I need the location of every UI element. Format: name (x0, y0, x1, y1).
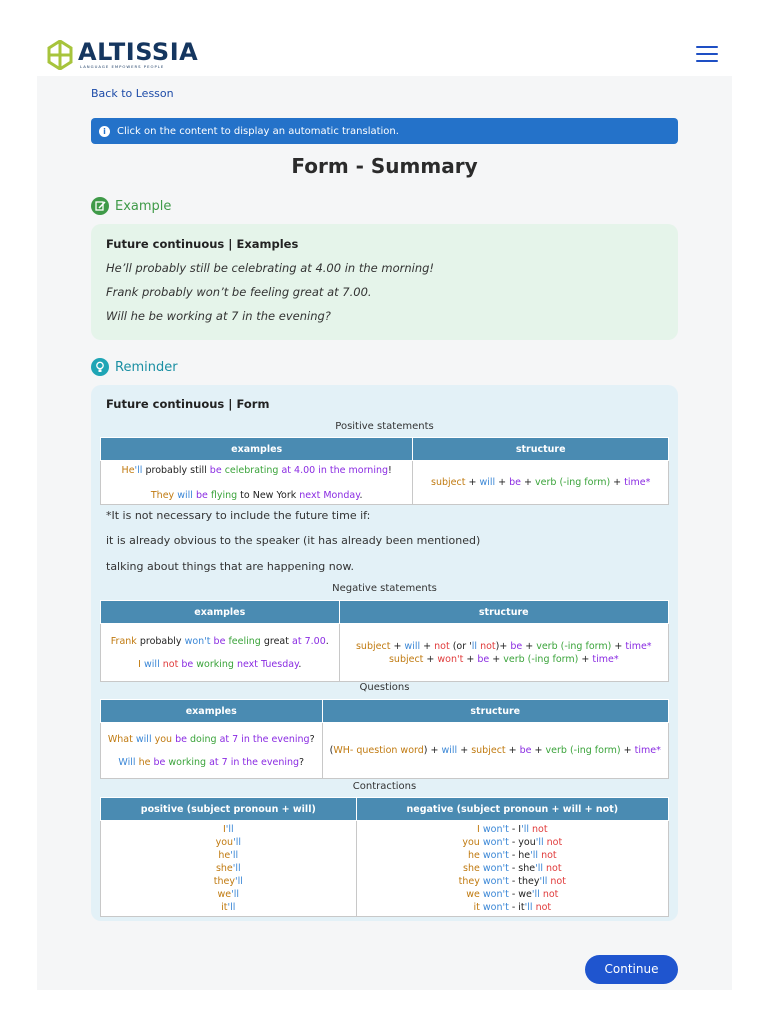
note-line: *It is not necessary to include the futu… (106, 509, 371, 522)
brand-name: ALTISSIA (78, 38, 199, 66)
contraction-positive-item: she'll (215, 863, 241, 874)
contr-positive-header: positive (subject pronoun + will) (100, 797, 357, 821)
reminder-heading-label: Reminder (115, 359, 178, 375)
contraction-negative-item: I won't - I'll not (477, 824, 548, 835)
contraction-positive-item: I'll (222, 824, 234, 835)
altissia-logo[interactable]: ALTISSIA LANGUAGE EMPOWERS PEOPLE (45, 38, 198, 71)
continue-button[interactable]: Continue (585, 955, 678, 984)
contraction-positive-item: we'll (217, 889, 240, 900)
contraction-positive-item: you'll (215, 837, 241, 848)
note-line: talking about things that are happening … (106, 560, 354, 573)
positive-examples-cell[interactable]: He'll probably still be celebrating at 4… (99, 460, 414, 505)
contraction-negative-item: he won't - he'll not (467, 850, 557, 861)
col-structure: structure (321, 699, 670, 723)
contractions-positive-cell[interactable]: I'll you'll he'll she'll they'll we'll it'll (100, 820, 357, 917)
positive-table: examples structure He'll probably still b… (99, 437, 669, 505)
example-heading: Example (91, 197, 171, 215)
col-structure: structure (412, 437, 669, 461)
negative-structure-cell[interactable]: subject + will + not (or 'll not)+ be + … (338, 623, 670, 682)
contractions-table: positive (subject pronoun + will) negativ… (100, 797, 670, 917)
info-text: Click on the content to display an autom… (117, 125, 399, 137)
example-line[interactable]: Frank probably won’t be feeling great at… (106, 285, 678, 299)
top-header: ALTISSIA LANGUAGE EMPOWERS PEOPLE (0, 0, 768, 76)
lightbulb-icon (91, 358, 109, 376)
note-edit-icon (91, 197, 109, 215)
negative-examples-cell[interactable]: Frank probably won't be feeling great at… (100, 623, 340, 682)
reminder-heading: Reminder (91, 358, 178, 376)
col-examples: examples (100, 699, 323, 723)
contraction-negative-item: they won't - they'll not (458, 876, 566, 887)
example-line[interactable]: He’ll probably still be celebrating at 4… (106, 261, 678, 275)
info-icon: i (99, 125, 110, 137)
contraction-negative-item: she won't - she'll not (463, 863, 562, 874)
col-examples: examples (100, 600, 340, 624)
contraction-negative-item: you won't - you'll not (462, 837, 563, 848)
menu-icon[interactable] (696, 46, 718, 64)
contraction-negative-item: we won't - we'll not (466, 889, 559, 900)
contraction-negative-item: it won't - it'll not (473, 902, 552, 913)
positive-structure-cell[interactable]: subject + will + be + verb (-ing form) +… (412, 460, 669, 505)
questions-structure-cell[interactable]: (WH- question word) + will + subject + b… (321, 722, 670, 779)
brand-tagline: LANGUAGE EMPOWERS PEOPLE (80, 64, 165, 69)
questions-examples-cell[interactable]: What will you be doing at 7 in the eveni… (100, 722, 323, 779)
questions-caption: Questions (359, 682, 410, 693)
col-structure: structure (338, 600, 670, 624)
positive-caption: Positive statements (335, 421, 434, 432)
contraction-positive-item: he'll (218, 850, 239, 861)
example-box[interactable]: Future continuous | Examples He’ll proba… (91, 224, 678, 340)
contraction-positive-item: it'll (221, 902, 236, 913)
questions-table: examples structure What will you be doing… (100, 699, 670, 779)
translation-info-banner: i Click on the content to display an aut… (91, 118, 678, 144)
example-line[interactable]: Will he be working at 7 in the evening? (106, 309, 678, 323)
negative-table: examples structure Frank probably won't b… (100, 600, 670, 682)
note-line: it is already obvious to the speaker (it… (106, 534, 481, 547)
contr-negative-header: negative (subject pronoun + will + not) (355, 797, 670, 821)
example-heading-label: Example (115, 198, 172, 214)
back-to-lesson-link[interactable]: Back to Lesson (91, 87, 174, 100)
col-examples: examples (99, 437, 414, 461)
contractions-caption: Contractions (352, 781, 417, 792)
contraction-positive-item: they'll (213, 876, 243, 887)
reminder-box[interactable]: Future continuous | Form Positive statem… (91, 385, 678, 921)
logo-mark-icon (47, 39, 73, 71)
example-box-title: Future continuous | Examples (106, 237, 299, 251)
negative-caption: Negative statements (332, 583, 437, 594)
page-title: Form - Summary (291, 154, 478, 178)
contractions-negative-cell[interactable]: I won't - I'll not you won't - you'll not… (355, 820, 670, 917)
reminder-box-title: Future continuous | Form (106, 397, 270, 411)
